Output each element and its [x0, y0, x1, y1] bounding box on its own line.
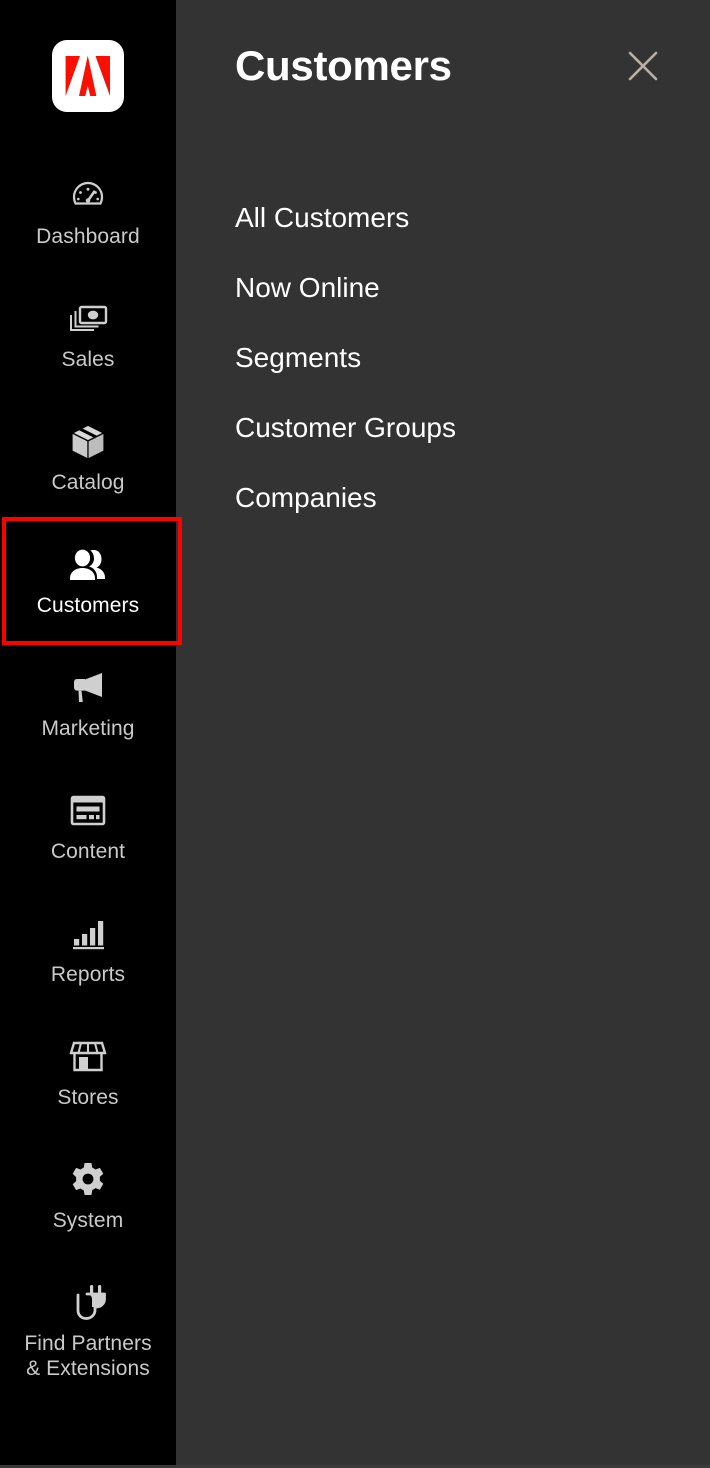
panel-menu-item-all-customers[interactable]: All Customers [176, 196, 710, 266]
sidebar-item-catalog[interactable]: Catalog [0, 402, 176, 525]
sidebar-nav: Dashboard Sales Catalog Customers Market… [0, 156, 176, 1413]
panel-menu-item-now-online[interactable]: Now Online [176, 266, 710, 336]
customers-flyout-panel: Customers All Customers Now Online Segme… [176, 0, 710, 1468]
close-icon [625, 48, 661, 84]
sidebar-item-label: System [52, 1209, 124, 1232]
sidebar-item-marketing[interactable]: Marketing [0, 648, 176, 771]
sidebar-item-reports[interactable]: Reports [0, 894, 176, 1017]
sidebar-item-label: Content [50, 840, 126, 863]
main-sidebar: Dashboard Sales Catalog Customers Market… [0, 0, 182, 1468]
customers-people-icon [66, 543, 110, 587]
panel-menu-item-companies[interactable]: Companies [176, 476, 710, 546]
sidebar-item-label: Find Partners & Extensions [24, 1332, 152, 1380]
marketing-megaphone-icon [66, 666, 110, 710]
admin-shell: Dashboard Sales Catalog Customers Market… [0, 0, 710, 1468]
close-button[interactable] [618, 41, 668, 91]
catalog-box-icon [66, 420, 110, 464]
sidebar-item-label: Sales [61, 348, 115, 371]
sidebar-item-label: Dashboard [36, 225, 140, 248]
sidebar-item-label: Marketing [41, 717, 135, 740]
sidebar-item-stores[interactable]: Stores [0, 1017, 176, 1140]
reports-bar-chart-icon [66, 912, 110, 956]
sidebar-item-label: Reports [50, 963, 126, 986]
system-gear-icon [66, 1158, 110, 1202]
sidebar-item-customers[interactable]: Customers [0, 525, 176, 648]
panel-header: Customers [176, 0, 710, 150]
sidebar-item-system[interactable]: System [0, 1140, 176, 1263]
panel-menu: All Customers Now Online Segments Custom… [176, 196, 710, 546]
stores-storefront-icon [66, 1035, 110, 1079]
sales-money-icon [66, 297, 110, 341]
panel-menu-item-segments[interactable]: Segments [176, 336, 710, 406]
sidebar-item-label: Customers [36, 594, 140, 617]
sidebar-item-label: Stores [57, 1086, 119, 1109]
page-title: Customers [235, 42, 452, 89]
dashboard-gauge-icon [66, 174, 110, 218]
sidebar-item-dashboard[interactable]: Dashboard [0, 156, 176, 279]
sidebar-item-content[interactable]: Content [0, 771, 176, 894]
content-layout-icon [66, 789, 110, 833]
sidebar-item-label: Catalog [51, 471, 125, 494]
sidebar-item-sales[interactable]: Sales [0, 279, 176, 402]
panel-menu-item-customer-groups[interactable]: Customer Groups [176, 406, 710, 476]
plug-icon [66, 1281, 110, 1325]
adobe-commerce-logo[interactable] [52, 40, 124, 112]
sidebar-item-find-partners-extensions[interactable]: Find Partners & Extensions [0, 1263, 176, 1413]
adobe-a-logo-icon [65, 55, 111, 97]
